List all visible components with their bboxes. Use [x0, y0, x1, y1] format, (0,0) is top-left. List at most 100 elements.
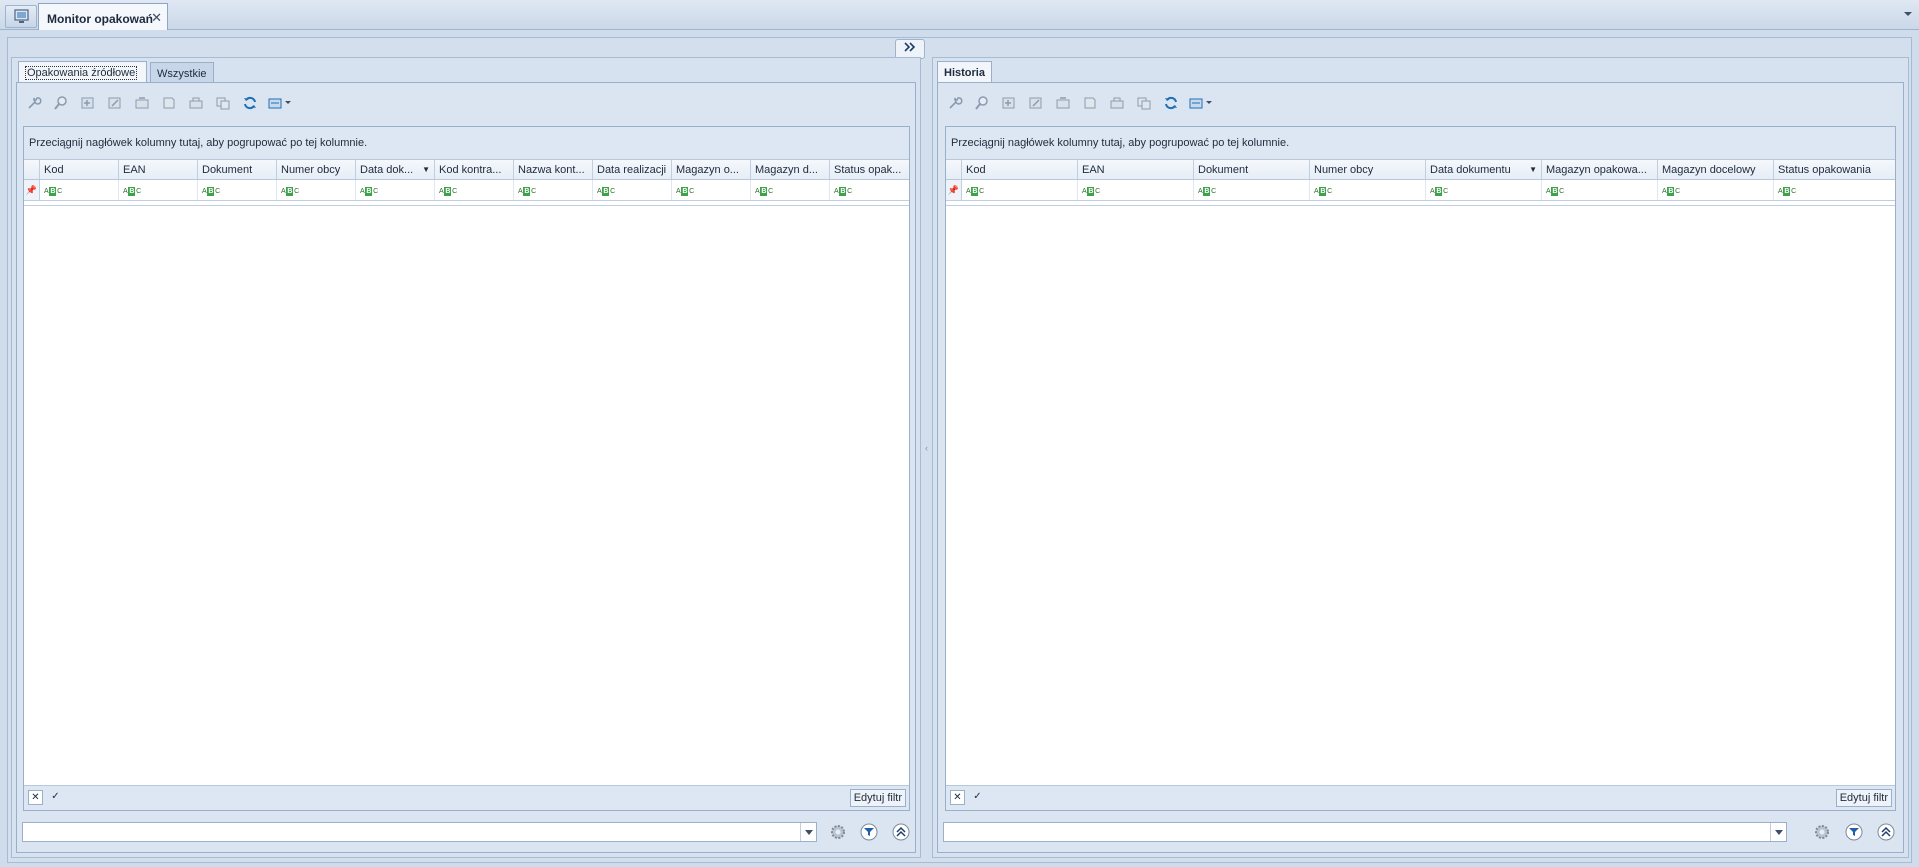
tab-historia[interactable]: Historia: [937, 61, 992, 82]
column-header-numer-obcy[interactable]: Numer obcy: [277, 160, 356, 179]
start-screen-button[interactable]: [5, 5, 37, 28]
refresh-icon[interactable]: [1157, 92, 1184, 114]
tab-wszystkie[interactable]: Wszystkie: [150, 62, 214, 82]
group-hint: Przeciągnij nagłówek kolumny tutaj, aby …: [951, 137, 1290, 149]
filter-cell[interactable]: ABC: [356, 180, 435, 200]
column-header-magazyn-docelowy[interactable]: Magazyn d...: [751, 160, 830, 179]
wrench-icon[interactable]: [941, 92, 968, 114]
column-header-magazyn-opakowania[interactable]: Magazyn opakowa...: [1542, 160, 1658, 179]
view-options-icon[interactable]: [1184, 92, 1218, 114]
tabs-dropdown-icon[interactable]: [1903, 9, 1913, 19]
column-header-numer-obcy[interactable]: Numer obcy: [1310, 160, 1426, 179]
column-header-kod[interactable]: Kod: [40, 160, 119, 179]
preview-icon[interactable]: [968, 92, 995, 114]
column-header-status-opakowania[interactable]: Status opak...: [830, 160, 909, 179]
chevron-down-icon[interactable]: [800, 823, 816, 841]
delete-icon[interactable]: [1049, 92, 1076, 114]
column-header-status-opakowania[interactable]: Status opakowania: [1774, 160, 1890, 179]
export-icon[interactable]: [182, 92, 209, 114]
column-header-data-dokumentu[interactable]: Data dokumentu ▼: [1426, 160, 1542, 179]
filter-cell[interactable]: ABC: [1542, 180, 1658, 200]
abc-filter-icon: ABC: [1082, 187, 1100, 196]
edit-filter-button[interactable]: Edytuj filtr: [1835, 789, 1892, 807]
column-header-ean[interactable]: EAN: [1078, 160, 1194, 179]
column-header-nazwa-kontrahenta[interactable]: Nazwa kont...: [514, 160, 593, 179]
filter-cell[interactable]: ABC: [672, 180, 751, 200]
edit-filter-button[interactable]: Edytuj filtr: [849, 789, 906, 807]
filter-icon[interactable]: [1844, 822, 1864, 842]
copy-icon[interactable]: [1130, 92, 1157, 114]
filter-cell[interactable]: ABC: [1658, 180, 1774, 200]
column-header-magazyn-opakowania[interactable]: Magazyn o...: [672, 160, 751, 179]
filter-cell[interactable]: ABC: [962, 180, 1078, 200]
view-options-icon[interactable]: [263, 92, 297, 114]
double-chevron-right-icon: [904, 42, 916, 52]
edit-icon[interactable]: [1022, 92, 1049, 114]
abc-filter-icon: ABC: [281, 187, 299, 196]
filter-icon[interactable]: [859, 822, 879, 842]
expand-up-icon[interactable]: [891, 822, 911, 842]
refresh-icon[interactable]: [236, 92, 263, 114]
group-by-panel[interactable]: Przeciągnij nagłówek kolumny tutaj, aby …: [24, 127, 909, 160]
delete-icon[interactable]: [128, 92, 155, 114]
group-by-panel[interactable]: Przeciągnij nagłówek kolumny tutaj, aby …: [946, 127, 1895, 160]
enable-filter-checkbox[interactable]: ✓: [970, 790, 985, 805]
expand-up-icon[interactable]: [1876, 822, 1896, 842]
column-header-magazyn-docelowy[interactable]: Magazyn docelowy: [1658, 160, 1774, 179]
filter-cell[interactable]: ABC: [1774, 180, 1890, 200]
filter-cell[interactable]: ABC: [119, 180, 198, 200]
filter-cell[interactable]: ABC: [435, 180, 514, 200]
column-header-data-realizacji[interactable]: Data realizacji: [593, 160, 672, 179]
sort-descending-icon: ▼: [422, 165, 430, 174]
column-header-dokument[interactable]: Dokument: [1194, 160, 1310, 179]
gear-icon[interactable]: [828, 822, 848, 842]
add-icon[interactable]: [995, 92, 1022, 114]
filter-cell[interactable]: ABC: [751, 180, 830, 200]
close-tab-icon[interactable]: ✕: [151, 10, 162, 26]
filter-cell[interactable]: ABC: [514, 180, 593, 200]
abc-filter-icon: ABC: [44, 187, 62, 196]
gear-icon[interactable]: [1812, 822, 1832, 842]
filter-cell[interactable]: ABC: [593, 180, 672, 200]
filter-cell[interactable]: ABC: [277, 180, 356, 200]
edit-icon[interactable]: [101, 92, 128, 114]
right-grid: Przeciągnij nagłówek kolumny tutaj, aby …: [945, 126, 1896, 811]
preview-icon[interactable]: [47, 92, 74, 114]
filter-cell[interactable]: ABC: [1078, 180, 1194, 200]
filter-cell[interactable]: ABC: [198, 180, 277, 200]
tab-monitor-opakowan[interactable]: Monitor opakowań ✕: [38, 3, 168, 30]
splitter-handle[interactable]: ‹: [925, 443, 928, 453]
abc-filter-icon: ABC: [360, 187, 378, 196]
right-toolbar: [941, 92, 1218, 114]
abc-filter-icon: ABC: [1314, 187, 1332, 196]
filter-cell[interactable]: ABC: [1194, 180, 1310, 200]
filter-cell[interactable]: ABC: [1310, 180, 1426, 200]
column-header-kod[interactable]: Kod: [962, 160, 1078, 179]
enable-filter-checkbox[interactable]: ✓: [48, 790, 63, 805]
copy-icon[interactable]: [209, 92, 236, 114]
clear-filter-icon[interactable]: ✕: [28, 790, 43, 805]
wrench-icon[interactable]: [20, 92, 47, 114]
column-header-dokument[interactable]: Dokument: [198, 160, 277, 179]
left-column-headers: Kod EAN Dokument Numer obcy Data dok... ▼…: [24, 160, 909, 180]
column-header-ean[interactable]: EAN: [119, 160, 198, 179]
clear-filter-icon[interactable]: ✕: [950, 790, 965, 805]
filter-panel: ✕ ✓ Edytuj filtr: [946, 785, 1895, 810]
grid-separator: [946, 205, 1895, 206]
filter-cell[interactable]: ABC: [1426, 180, 1542, 200]
chevron-down-icon[interactable]: [1770, 823, 1786, 841]
column-header-data-dokumentu[interactable]: Data dok... ▼: [356, 160, 435, 179]
add-icon[interactable]: [74, 92, 101, 114]
collapse-panel-button[interactable]: [895, 39, 925, 59]
print-icon[interactable]: [1076, 92, 1103, 114]
column-header-kod-kontrahenta[interactable]: Kod kontra...: [435, 160, 514, 179]
filter-cell[interactable]: ABC: [830, 180, 909, 200]
abc-filter-icon: ABC: [597, 187, 615, 196]
tab-opakowania-zrodlowe[interactable]: Opakowania źródłowe: [18, 61, 147, 82]
export-icon[interactable]: [1103, 92, 1130, 114]
filter-cell[interactable]: ABC: [40, 180, 119, 200]
right-filter-combobox[interactable]: [943, 822, 1787, 842]
print-icon[interactable]: [155, 92, 182, 114]
left-filter-combobox[interactable]: [22, 822, 817, 842]
right-column-headers: Kod EAN Dokument Numer obcy Data dokumen…: [946, 160, 1895, 180]
